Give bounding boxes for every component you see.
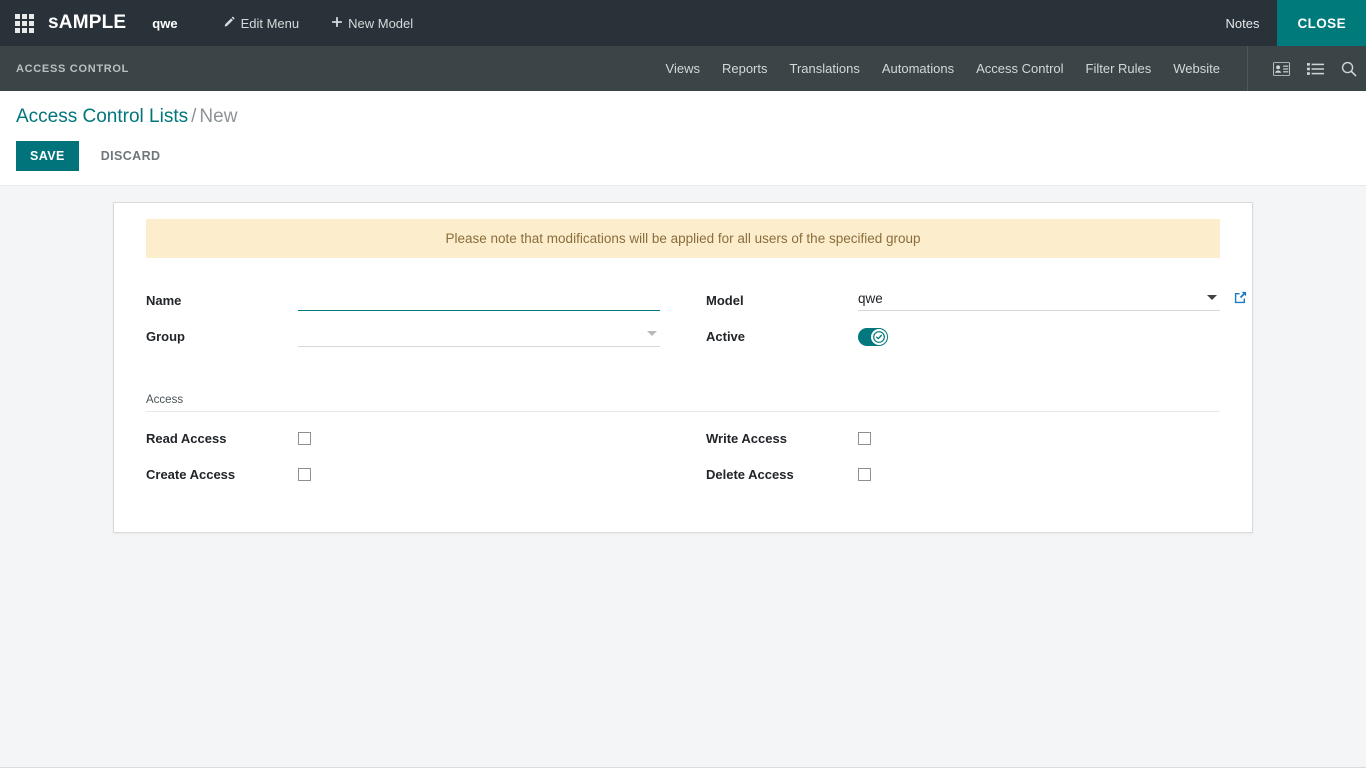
save-button[interactable]: SAVE — [16, 141, 79, 171]
search-icon[interactable] — [1332, 46, 1366, 91]
contacts-card-icon[interactable] — [1264, 46, 1298, 91]
field-write-access: Write Access — [706, 426, 1220, 454]
nav-item-current-menu[interactable]: qwe — [144, 0, 207, 46]
field-read-access: Read Access — [146, 426, 660, 454]
field-name-label: Name — [146, 288, 298, 308]
breadcrumb-current: New — [199, 106, 237, 127]
form-sheet: Please note that modifications will be a… — [113, 202, 1253, 533]
submenu-item-automations[interactable]: Automations — [871, 46, 965, 91]
control-panel: Access Control Lists/New SAVE DISCARD — [0, 91, 1366, 186]
brand-title[interactable]: sAMPLE — [48, 0, 144, 46]
list-icon[interactable] — [1298, 46, 1332, 91]
group-select-input[interactable] — [298, 324, 660, 347]
name-input[interactable] — [298, 288, 660, 311]
nav-item-new-model[interactable]: New Model — [315, 0, 429, 46]
field-read-access-control — [298, 426, 660, 444]
field-model-control — [858, 288, 1220, 311]
plus-icon — [331, 16, 343, 31]
delete-access-checkbox[interactable] — [858, 468, 871, 481]
secondary-menu-bar: ACCESS CONTROL Views Reports Translation… — [0, 46, 1366, 91]
submenu-icon-group — [1247, 46, 1366, 91]
active-toggle[interactable] — [858, 328, 888, 346]
field-model: Model — [706, 288, 1220, 316]
navbar-spacer — [429, 0, 1207, 46]
form-fields-grid: Name Group Model — [146, 288, 1220, 360]
submenu-items: Views Reports Translations Automations A… — [655, 46, 1231, 91]
form-alert-message: Please note that modifications will be a… — [146, 219, 1220, 258]
apps-grid-icon — [15, 14, 34, 33]
submenu-spacer — [145, 46, 654, 91]
field-create-access: Create Access — [146, 462, 660, 490]
external-link-icon[interactable] — [1233, 290, 1248, 305]
access-checkbox-grid: Read Access Create Access Write — [146, 426, 1220, 498]
submenu-item-translations[interactable]: Translations — [779, 46, 871, 91]
field-active-control — [858, 324, 1220, 351]
submenu-app-title[interactable]: ACCESS CONTROL — [0, 46, 145, 91]
field-create-access-label: Create Access — [146, 462, 298, 482]
apps-menu-button[interactable] — [0, 0, 48, 46]
access-section: Access Read Access Create Access — [146, 394, 1220, 498]
field-group-control — [298, 324, 660, 347]
write-access-checkbox[interactable] — [858, 432, 871, 445]
nav-item-edit-menu[interactable]: Edit Menu — [208, 0, 316, 46]
model-select-input[interactable] — [858, 288, 1220, 311]
field-active-label: Active — [706, 324, 858, 344]
field-delete-access: Delete Access — [706, 462, 1220, 490]
nav-item-edit-menu-label: Edit Menu — [241, 16, 300, 31]
breadcrumb: Access Control Lists/New — [16, 105, 1350, 129]
form-column-left: Name Group — [146, 288, 660, 360]
navbar-right-group: Notes CLOSE — [1208, 0, 1366, 46]
access-column-right: Write Access Delete Access — [706, 426, 1220, 498]
nav-item-new-model-label: New Model — [348, 16, 413, 31]
toggle-knob — [871, 329, 887, 345]
read-access-checkbox[interactable] — [298, 432, 311, 445]
field-group: Group — [146, 324, 660, 352]
pencil-icon — [224, 16, 236, 31]
access-section-title: Access — [146, 394, 1220, 412]
form-area: Please note that modifications will be a… — [0, 186, 1366, 768]
field-group-label: Group — [146, 324, 298, 344]
submenu-item-views[interactable]: Views — [655, 46, 711, 91]
control-panel-buttons: SAVE DISCARD — [16, 141, 1350, 171]
submenu-item-website[interactable]: Website — [1162, 46, 1231, 91]
navbar-left-group: sAMPLE qwe Edit Menu New Model — [0, 0, 429, 46]
field-create-access-control — [298, 462, 660, 480]
notes-button[interactable]: Notes — [1208, 0, 1278, 46]
check-circle-icon — [873, 331, 885, 343]
submenu-item-filter-rules[interactable]: Filter Rules — [1075, 46, 1163, 91]
field-write-access-control — [858, 426, 1220, 444]
field-read-access-label: Read Access — [146, 426, 298, 446]
field-name: Name — [146, 288, 660, 316]
breadcrumb-separator: / — [191, 106, 196, 127]
access-column-left: Read Access Create Access — [146, 426, 660, 498]
create-access-checkbox[interactable] — [298, 468, 311, 481]
field-write-access-label: Write Access — [706, 426, 858, 446]
field-delete-access-control — [858, 462, 1220, 480]
breadcrumb-root-link[interactable]: Access Control Lists — [16, 106, 188, 127]
submenu-item-reports[interactable]: Reports — [711, 46, 779, 91]
form-column-right: Model Active — [706, 288, 1220, 360]
field-delete-access-label: Delete Access — [706, 462, 858, 482]
field-name-control — [298, 288, 660, 311]
top-navbar: sAMPLE qwe Edit Menu New Model Notes CLO… — [0, 0, 1366, 46]
field-active: Active — [706, 324, 1220, 352]
discard-button[interactable]: DISCARD — [87, 141, 175, 171]
field-model-label: Model — [706, 288, 858, 308]
submenu-item-access-control[interactable]: Access Control — [965, 46, 1074, 91]
close-button[interactable]: CLOSE — [1277, 0, 1366, 46]
